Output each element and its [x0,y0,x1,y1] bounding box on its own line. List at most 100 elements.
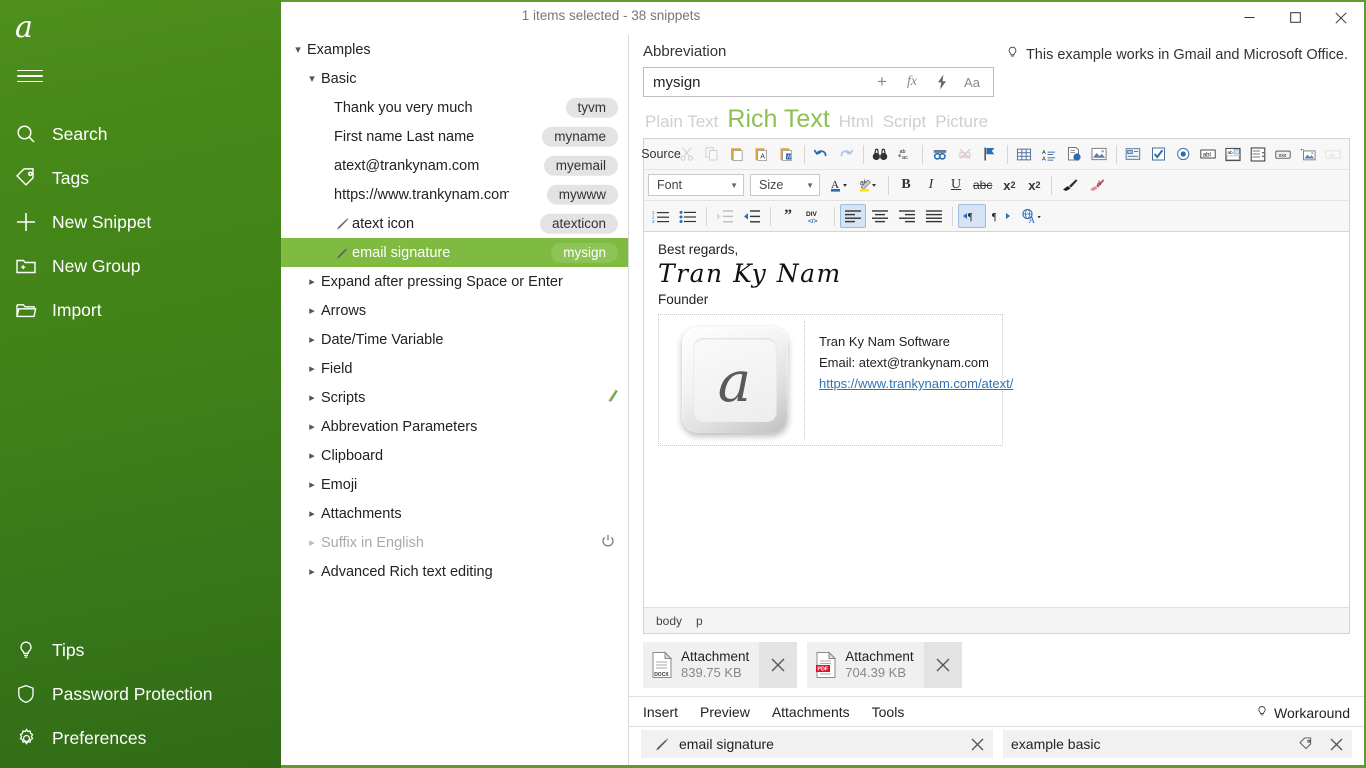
remove-attachment-button[interactable] [924,642,962,688]
workaround-button[interactable]: Workaround [1255,701,1350,724]
image-button-field-button[interactable] [1296,142,1320,166]
hrule-button[interactable]: AA [1037,142,1061,166]
hidden-field-button[interactable]: ab [1321,142,1345,166]
remove-attachment-button[interactable] [759,642,797,688]
sidebar-item-password-protection[interactable]: Password Protection [0,672,281,716]
underline-button[interactable]: U [944,173,968,197]
snippet-tags-value[interactable]: example basic [1011,736,1288,752]
function-icon[interactable]: fx [897,69,927,95]
bg-color-button[interactable]: ab [855,173,883,197]
replace-button[interactable]: abac [893,142,917,166]
minimize-button[interactable] [1226,2,1272,33]
remove-format-icon[interactable]: A [1084,173,1110,197]
sidebar-item-import[interactable]: Import [0,288,281,332]
numbered-list-button[interactable]: 123 [648,204,674,228]
cut-button[interactable] [675,142,699,166]
tree-row[interactable]: ▸ Field [281,354,628,383]
tree-row[interactable]: atext@trankynam.com myemail [281,151,628,180]
paste-text-button[interactable]: A [750,142,774,166]
font-size-select[interactable]: Size ▼ [750,174,820,196]
chevron-down-icon[interactable]: ▾ [289,43,307,56]
tree-row[interactable]: First name Last name myname [281,122,628,151]
menu-attachments[interactable]: Attachments [772,704,850,720]
chevron-right-icon[interactable]: ▸ [303,304,321,317]
globe-a-icon[interactable]: A [1016,204,1046,228]
tab-html[interactable]: Html [839,112,874,132]
indent-button[interactable] [739,204,765,228]
table-button[interactable] [1012,142,1036,166]
subscript-button[interactable]: x2 [997,173,1021,197]
snippet-title-value[interactable]: email signature [679,736,959,752]
snippet-tags-field[interactable]: example basic [1003,730,1352,758]
tab-picture[interactable]: Picture [935,112,988,132]
abbreviation-field[interactable]: + fx Aa [643,67,994,97]
attachment-item[interactable]: DOCX Attachment 839.75 KB [643,642,797,688]
paintbrush-icon[interactable] [1057,173,1083,197]
tag-icon[interactable] [1294,736,1318,752]
align-justify-button[interactable] [921,204,947,228]
chevron-right-icon[interactable]: ▸ [303,420,321,433]
tree-row[interactable]: ▾ Examples [281,35,628,64]
button-field-button[interactable]: xxx [1271,142,1295,166]
tree-row[interactable]: ▸ Expand after pressing Space or Enter [281,267,628,296]
redo-button[interactable] [834,142,858,166]
source-button[interactable]: <></> Source [648,142,674,166]
link-button[interactable] [928,142,952,166]
abbreviation-input[interactable] [653,74,867,91]
chevron-right-icon[interactable]: ▸ [303,333,321,346]
radio-button[interactable] [1171,142,1195,166]
hamburger-icon[interactable] [0,54,281,98]
chevron-right-icon[interactable]: ▸ [303,478,321,491]
tree-row[interactable]: ▸ Advanced Rich text editing [281,557,628,586]
chevron-right-icon[interactable]: ▸ [303,391,321,404]
bulleted-list-button[interactable] [675,204,701,228]
align-left-button[interactable] [840,204,866,228]
text-color-button[interactable]: A [826,173,854,197]
menu-tools[interactable]: Tools [872,704,905,720]
menu-preview[interactable]: Preview [700,704,750,720]
path-element-p[interactable]: p [696,614,703,628]
font-family-select[interactable]: Font ▼ [648,174,744,196]
tree-row[interactable]: ▾ Basic [281,64,628,93]
tree-row[interactable]: https://www.trankynam.com/ate mywww [281,180,628,209]
paste-button[interactable] [725,142,749,166]
sidebar-item-preferences[interactable]: Preferences [0,716,281,760]
tree-row[interactable]: ▸ Scripts [281,383,628,412]
tree-row[interactable]: Thank you very much tyvm [281,93,628,122]
snippet-type-tabs[interactable]: Plain Text Rich Text Html Script Picture [629,97,1364,138]
align-right-button[interactable] [894,204,920,228]
chevron-right-icon[interactable]: ▸ [303,449,321,462]
maximize-button[interactable] [1272,2,1318,33]
paste-word-button[interactable]: W [775,142,799,166]
tree-row[interactable]: ▸ Abbrevation Parameters [281,412,628,441]
close-button[interactable] [1318,2,1364,33]
copy-button[interactable] [700,142,724,166]
tree-row[interactable]: ▸ Emoji [281,470,628,499]
unlink-button[interactable] [953,142,977,166]
chevron-down-icon[interactable]: ▾ [303,72,321,85]
tree-row[interactable]: ▸ Clipboard [281,441,628,470]
textarea-button[interactable]: ab [1221,142,1245,166]
blockquote-button[interactable]: ” [776,204,800,228]
italic-button[interactable]: I [919,173,943,197]
select-button[interactable] [1246,142,1270,166]
tab-script[interactable]: Script [883,112,926,132]
power-icon[interactable] [600,533,616,553]
snippet-title-field[interactable]: email signature [641,730,993,758]
outdent-button[interactable] [712,204,738,228]
case-icon[interactable]: Aa [957,69,987,95]
lightning-icon[interactable] [927,69,957,95]
tree-row[interactable]: ▸ Date/Time Variable [281,325,628,354]
tree-row[interactable]: atext icon atexticon [281,209,628,238]
plus-icon[interactable]: + [867,69,897,95]
sidebar-item-search[interactable]: Search [0,112,281,156]
chevron-right-icon[interactable]: ▸ [303,565,321,578]
anchor-button[interactable] [978,142,1002,166]
undo-button[interactable] [809,142,833,166]
sidebar-item-new-snippet[interactable]: New Snippet [0,200,281,244]
chevron-right-icon[interactable]: ▸ [303,362,321,375]
tree-row-selected[interactable]: email signature mysign [281,238,628,267]
align-center-button[interactable] [867,204,893,228]
superscript-button[interactable]: x2 [1022,173,1046,197]
tab-plain-text[interactable]: Plain Text [645,112,718,132]
